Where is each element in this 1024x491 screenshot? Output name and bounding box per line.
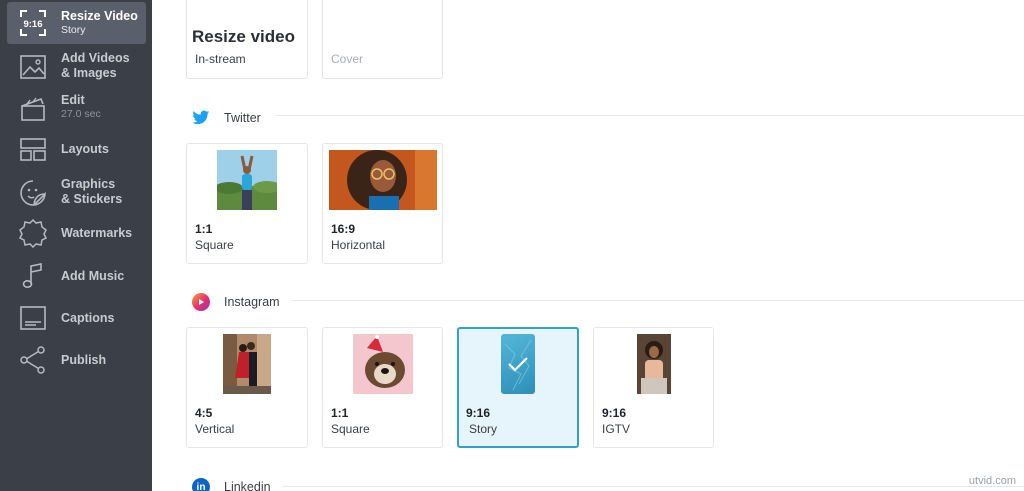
sidebar-item-label: Add Music — [61, 269, 125, 283]
sidebar-item-add-videos[interactable]: Add Videos & Images — [0, 50, 152, 84]
share-icon — [18, 345, 48, 375]
format-card-label: In-stream — [195, 52, 246, 66]
sidebar-item-label: Add Videos & Images — [61, 51, 130, 80]
resize-frame-icon: 9:16 — [18, 8, 48, 38]
instagram-icon — [192, 293, 210, 311]
format-card-label: Cover — [331, 52, 364, 66]
party-dog-thumbnail — [353, 334, 413, 394]
sidebar-item-label: Resize Video Story — [61, 9, 138, 36]
format-card-instagram-story-selected[interactable]: 9:16 Story — [457, 327, 579, 448]
linkedin-icon: in — [192, 478, 210, 491]
format-ratio: 16:9 — [331, 222, 356, 236]
section-divider — [292, 300, 1024, 301]
section-title: Linkedin — [224, 480, 271, 491]
sidebar-item-label: Captions — [61, 311, 115, 325]
format-ratio: 9:16 — [466, 406, 491, 420]
portrait-thumbnail — [329, 150, 437, 210]
sidebar-item-label: Layouts — [61, 142, 109, 156]
format-card-cover[interactable]: Cover — [322, 0, 443, 79]
format-ratio: 4:5 — [195, 406, 213, 420]
sidebar-item-publish[interactable]: Publish — [0, 345, 152, 375]
format-card-label: Vertical — [195, 422, 235, 436]
sidebar-item-label: Publish — [61, 353, 107, 367]
section-header-twitter: Twitter — [192, 108, 261, 128]
igtv-thumbnail — [637, 334, 671, 394]
music-note-icon — [18, 261, 48, 291]
format-card-label: IGTV — [602, 422, 631, 436]
section-title: Twitter — [224, 111, 261, 125]
sidebar-item-layouts[interactable]: Layouts — [0, 134, 152, 164]
format-card-label: Horizontal — [331, 238, 386, 252]
layouts-icon — [18, 134, 48, 164]
sidebar-item-watermarks[interactable]: Watermarks — [0, 218, 152, 248]
format-ratio: 1:1 — [195, 222, 213, 236]
sidebar-item-edit[interactable]: Edit 27.0 sec — [0, 92, 152, 126]
yoga-thumbnail — [217, 150, 277, 210]
clapperboard-icon — [18, 94, 48, 124]
format-ratio: 1:1 — [331, 406, 349, 420]
section-header-instagram: Instagram — [192, 292, 280, 312]
sidebar-item-graphics[interactable]: Graphics & Stickers — [0, 176, 152, 210]
sidebar-item-label: Watermarks — [61, 226, 133, 240]
format-card-label: Square — [331, 422, 370, 436]
format-card-label: Story — [469, 422, 498, 436]
sidebar-item-resize-video[interactable]: 9:16 Resize Video Story — [0, 2, 152, 44]
section-title: Instagram — [224, 295, 280, 309]
image-icon — [18, 52, 48, 82]
sidebar: 9:16 Resize Video Story Add Videos & Ima… — [0, 0, 152, 491]
format-card-twitter-square[interactable]: 1:1 Square — [186, 143, 308, 264]
format-ratio: 9:16 — [602, 406, 627, 420]
app-window: 9:16 Resize Video Story Add Videos & Ima… — [0, 0, 1024, 491]
checkmark-icon — [505, 351, 531, 377]
main-panel: Resize video In-stream Cover Twitter 1:1… — [152, 0, 1024, 491]
resize-badge: 9:16 — [23, 19, 42, 30]
sidebar-item-sublabel: 27.0 sec — [61, 108, 101, 120]
watermark-badge-icon — [18, 218, 48, 248]
sidebar-item-label: Graphics & Stickers — [61, 177, 123, 206]
section-divider — [276, 115, 1024, 116]
format-card-instagram-vertical[interactable]: 4:5 Vertical — [186, 327, 308, 448]
page-title: Resize video — [192, 27, 295, 46]
format-card-twitter-horizontal[interactable]: 16:9 Horizontal — [322, 143, 443, 264]
format-card-instagram-igtv[interactable]: 9:16 IGTV — [593, 327, 714, 448]
twitter-icon — [192, 109, 210, 127]
sidebar-item-sublabel: Story — [61, 24, 86, 36]
sticker-icon — [18, 178, 48, 208]
captions-icon — [18, 303, 48, 333]
sidebar-item-add-music[interactable]: Add Music — [0, 261, 152, 291]
dancers-thumbnail — [223, 334, 271, 394]
sidebar-item-label: Edit 27.0 sec — [61, 93, 101, 120]
sidebar-item-captions[interactable]: Captions — [0, 303, 152, 333]
format-card-instagram-square[interactable]: 1:1 Square — [322, 327, 443, 448]
format-card-label: Square — [195, 238, 234, 252]
section-divider — [282, 486, 1024, 487]
section-header-linkedin: in Linkedin — [192, 477, 271, 491]
watermark-text: utvid.com — [968, 475, 1016, 487]
